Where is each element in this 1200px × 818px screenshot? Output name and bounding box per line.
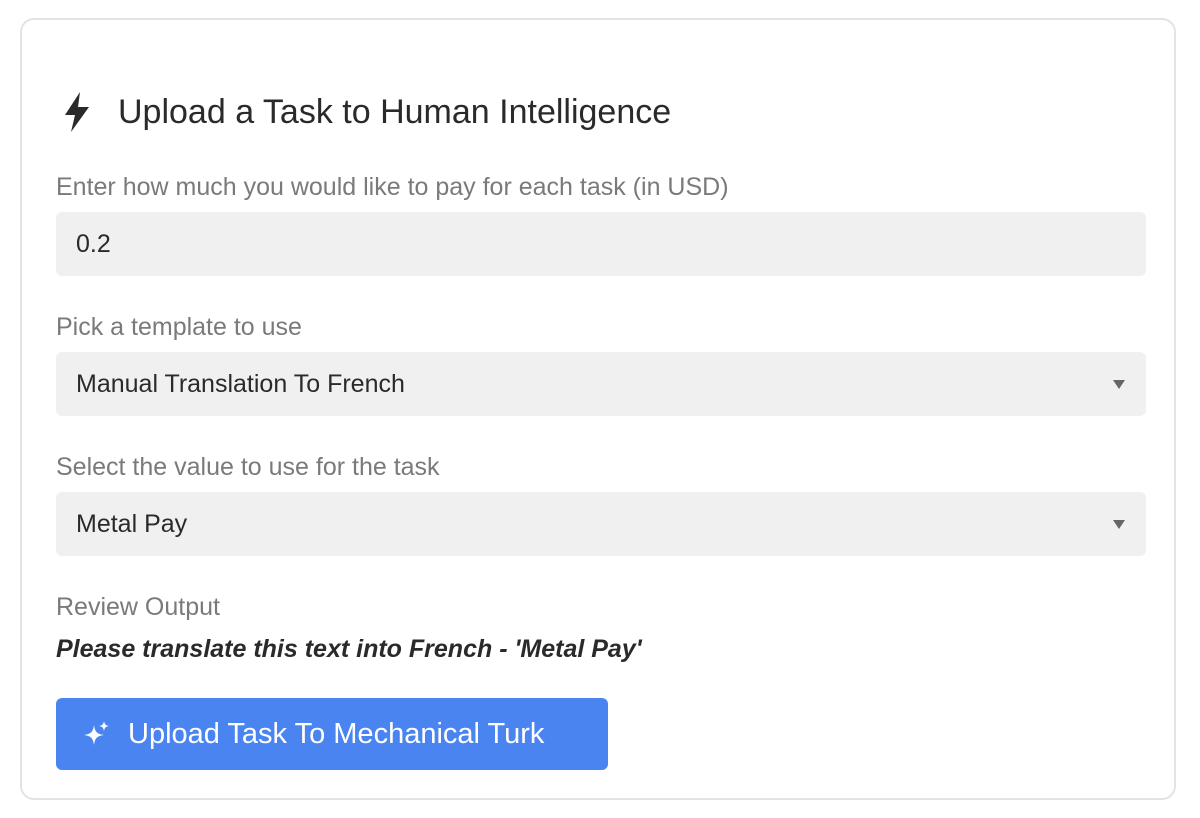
template-select-value: Manual Translation To French [76, 369, 405, 398]
card-header: Upload a Task to Human Intelligence [62, 90, 671, 134]
template-label: Pick a template to use [56, 313, 302, 341]
upload-task-button[interactable]: Upload Task To Mechanical Turk [56, 698, 608, 770]
payment-input-value: 0.2 [76, 229, 111, 258]
upload-task-card: Upload a Task to Human Intelligence Ente… [20, 18, 1176, 800]
payment-input[interactable]: 0.2 [56, 212, 1146, 276]
sparkles-icon [82, 719, 112, 749]
task-value-label: Select the value to use for the task [56, 453, 440, 481]
chevron-down-icon [1113, 379, 1125, 389]
template-select[interactable]: Manual Translation To French [56, 352, 1146, 416]
review-output-label: Review Output [56, 593, 220, 621]
lightning-bolt-icon [62, 90, 96, 134]
task-value-select-value: Metal Pay [76, 509, 188, 538]
upload-task-button-label: Upload Task To Mechanical Turk [128, 717, 545, 750]
review-output-text: Please translate this text into French -… [56, 635, 642, 663]
chevron-down-icon [1113, 519, 1125, 529]
task-value-select[interactable]: Metal Pay [56, 492, 1146, 556]
card-title: Upload a Task to Human Intelligence [118, 93, 672, 131]
payment-label: Enter how much you would like to pay for… [56, 173, 729, 201]
